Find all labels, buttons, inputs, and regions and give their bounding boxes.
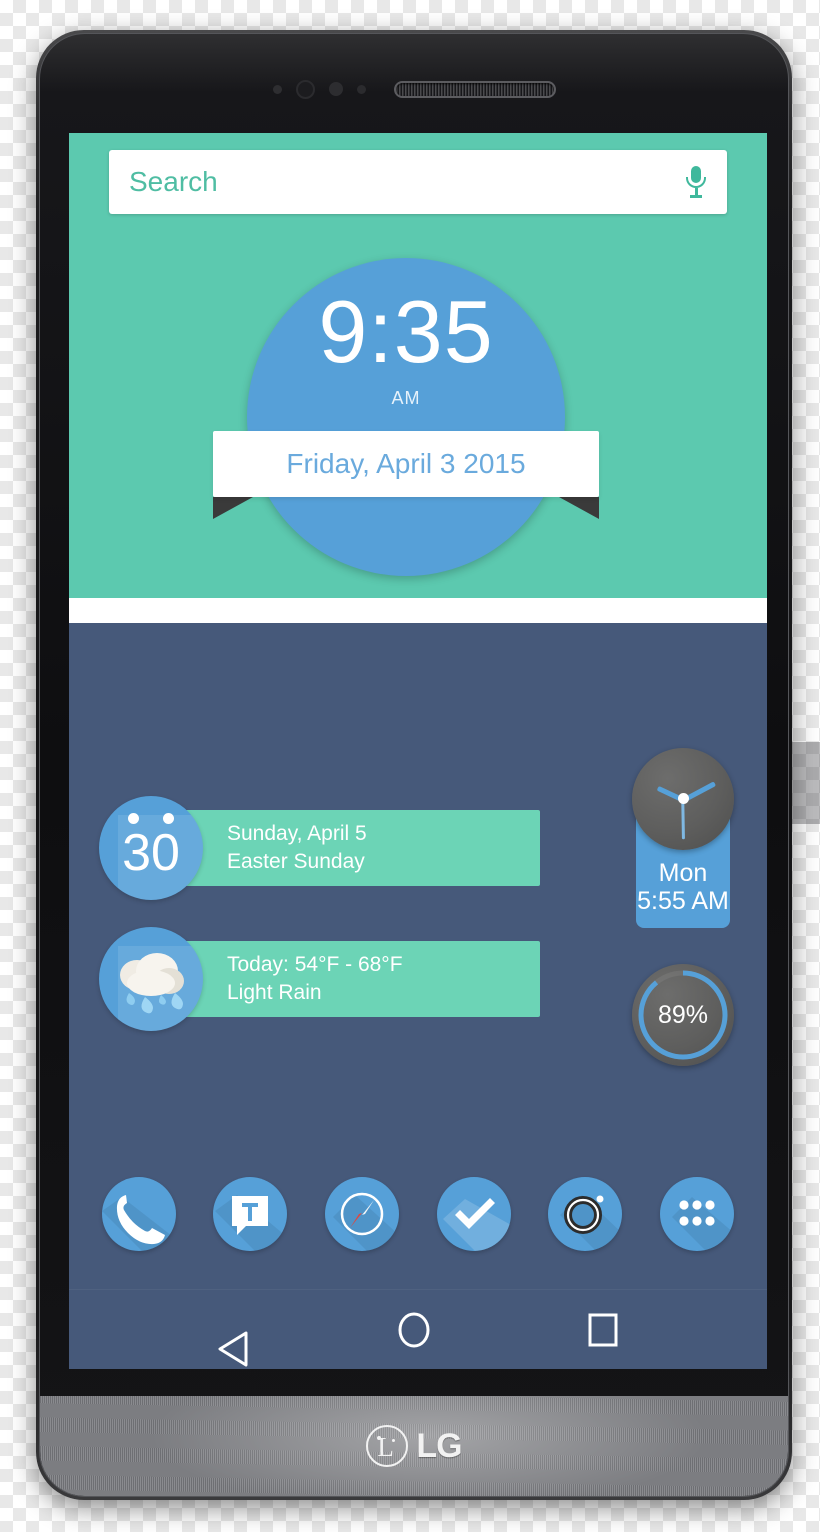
battery-widget[interactable]: 89% [632, 964, 734, 1066]
camera-lens-icon [560, 1195, 623, 1251]
calendar-day-number: 30 [122, 824, 180, 882]
date-banner[interactable]: Friday, April 3 2015 [213, 431, 599, 497]
calendar-icon: 30 [99, 796, 203, 900]
checkmark-icon [442, 1198, 511, 1251]
date-banner-text: Friday, April 3 2015 [286, 448, 526, 479]
wallpaper-divider-band [69, 598, 767, 623]
ir-sensor-icon [272, 84, 282, 94]
compass-icon [333, 1192, 400, 1251]
clock-meridiem: AM [391, 388, 421, 408]
lg-logo-text: LG [416, 1426, 462, 1465]
dock-item-app-drawer[interactable] [660, 1177, 735, 1251]
clock-time: 9:35 [318, 282, 494, 381]
bottom-bezel: L LG [40, 1396, 788, 1496]
light-sensor-icon [356, 84, 366, 94]
analog-clock-widget[interactable]: Mon 5:55 AM [632, 748, 734, 930]
weather-condition: Light Rain [227, 981, 322, 1004]
digital-clock-widget[interactable]: 9:35 AM Friday, April 3 2015 [213, 258, 599, 576]
calendar-card-body: Sunday, April 5 Easter Sunday [185, 810, 540, 886]
dock-item-browser[interactable] [325, 1177, 400, 1251]
proximity-sensor-icon [328, 82, 343, 96]
banner-fold-right [559, 497, 599, 519]
calendar-widget[interactable]: 30 Sunday, April 5 Easter Sunday [99, 796, 540, 900]
search-bar[interactable]: Search [109, 150, 727, 214]
dock-item-camera[interactable] [548, 1177, 623, 1251]
back-triangle-icon[interactable] [216, 1313, 248, 1366]
message-bubble-icon [215, 1195, 288, 1251]
clock-second-hand [681, 799, 685, 840]
weather-widget[interactable]: Today: 54°F - 68°F Light Rain [99, 927, 540, 1031]
dock-item-tasks[interactable] [436, 1177, 511, 1251]
analog-clock-time: 5:55 AM [637, 887, 729, 916]
analog-clock-face [632, 748, 734, 850]
battery-percent-label: 89% [657, 1000, 709, 1029]
grid-dots-icon [672, 1197, 735, 1251]
weather-card-body: Today: 54°F - 68°F Light Rain [185, 941, 540, 1017]
recents-square-icon[interactable] [586, 1311, 620, 1349]
dock [69, 1164, 767, 1264]
calendar-event-title: Easter Sunday [227, 850, 365, 873]
search-input[interactable]: Search [129, 166, 685, 198]
phone-device: Search 9:35 AM Friday, April 3 2015 30 S… [36, 30, 792, 1500]
phone-body: Search 9:35 AM Friday, April 3 2015 30 S… [39, 33, 789, 1497]
lg-logo-mark: L [366, 1425, 409, 1467]
dock-item-messages[interactable] [213, 1177, 288, 1251]
android-navigation-bar [69, 1289, 767, 1369]
clock-center-pin [678, 793, 689, 804]
microphone-icon[interactable] [685, 166, 707, 198]
analog-clock-day: Mon [658, 858, 708, 887]
earpiece-speaker-icon [393, 80, 556, 98]
home-circle-icon[interactable] [396, 1311, 432, 1349]
rain-cloud-icon [99, 927, 203, 1031]
dock-item-phone[interactable] [101, 1177, 176, 1251]
banner-fold-left [213, 497, 253, 519]
phone-screen: Search 9:35 AM Friday, April 3 2015 30 S… [69, 133, 767, 1369]
weather-temperature-range: Today: 54°F - 68°F [227, 952, 403, 976]
phone-icon [101, 1195, 176, 1251]
top-bezel-hardware [40, 76, 788, 102]
calendar-event-date: Sunday, April 5 [227, 821, 367, 845]
front-camera-icon [295, 79, 315, 99]
